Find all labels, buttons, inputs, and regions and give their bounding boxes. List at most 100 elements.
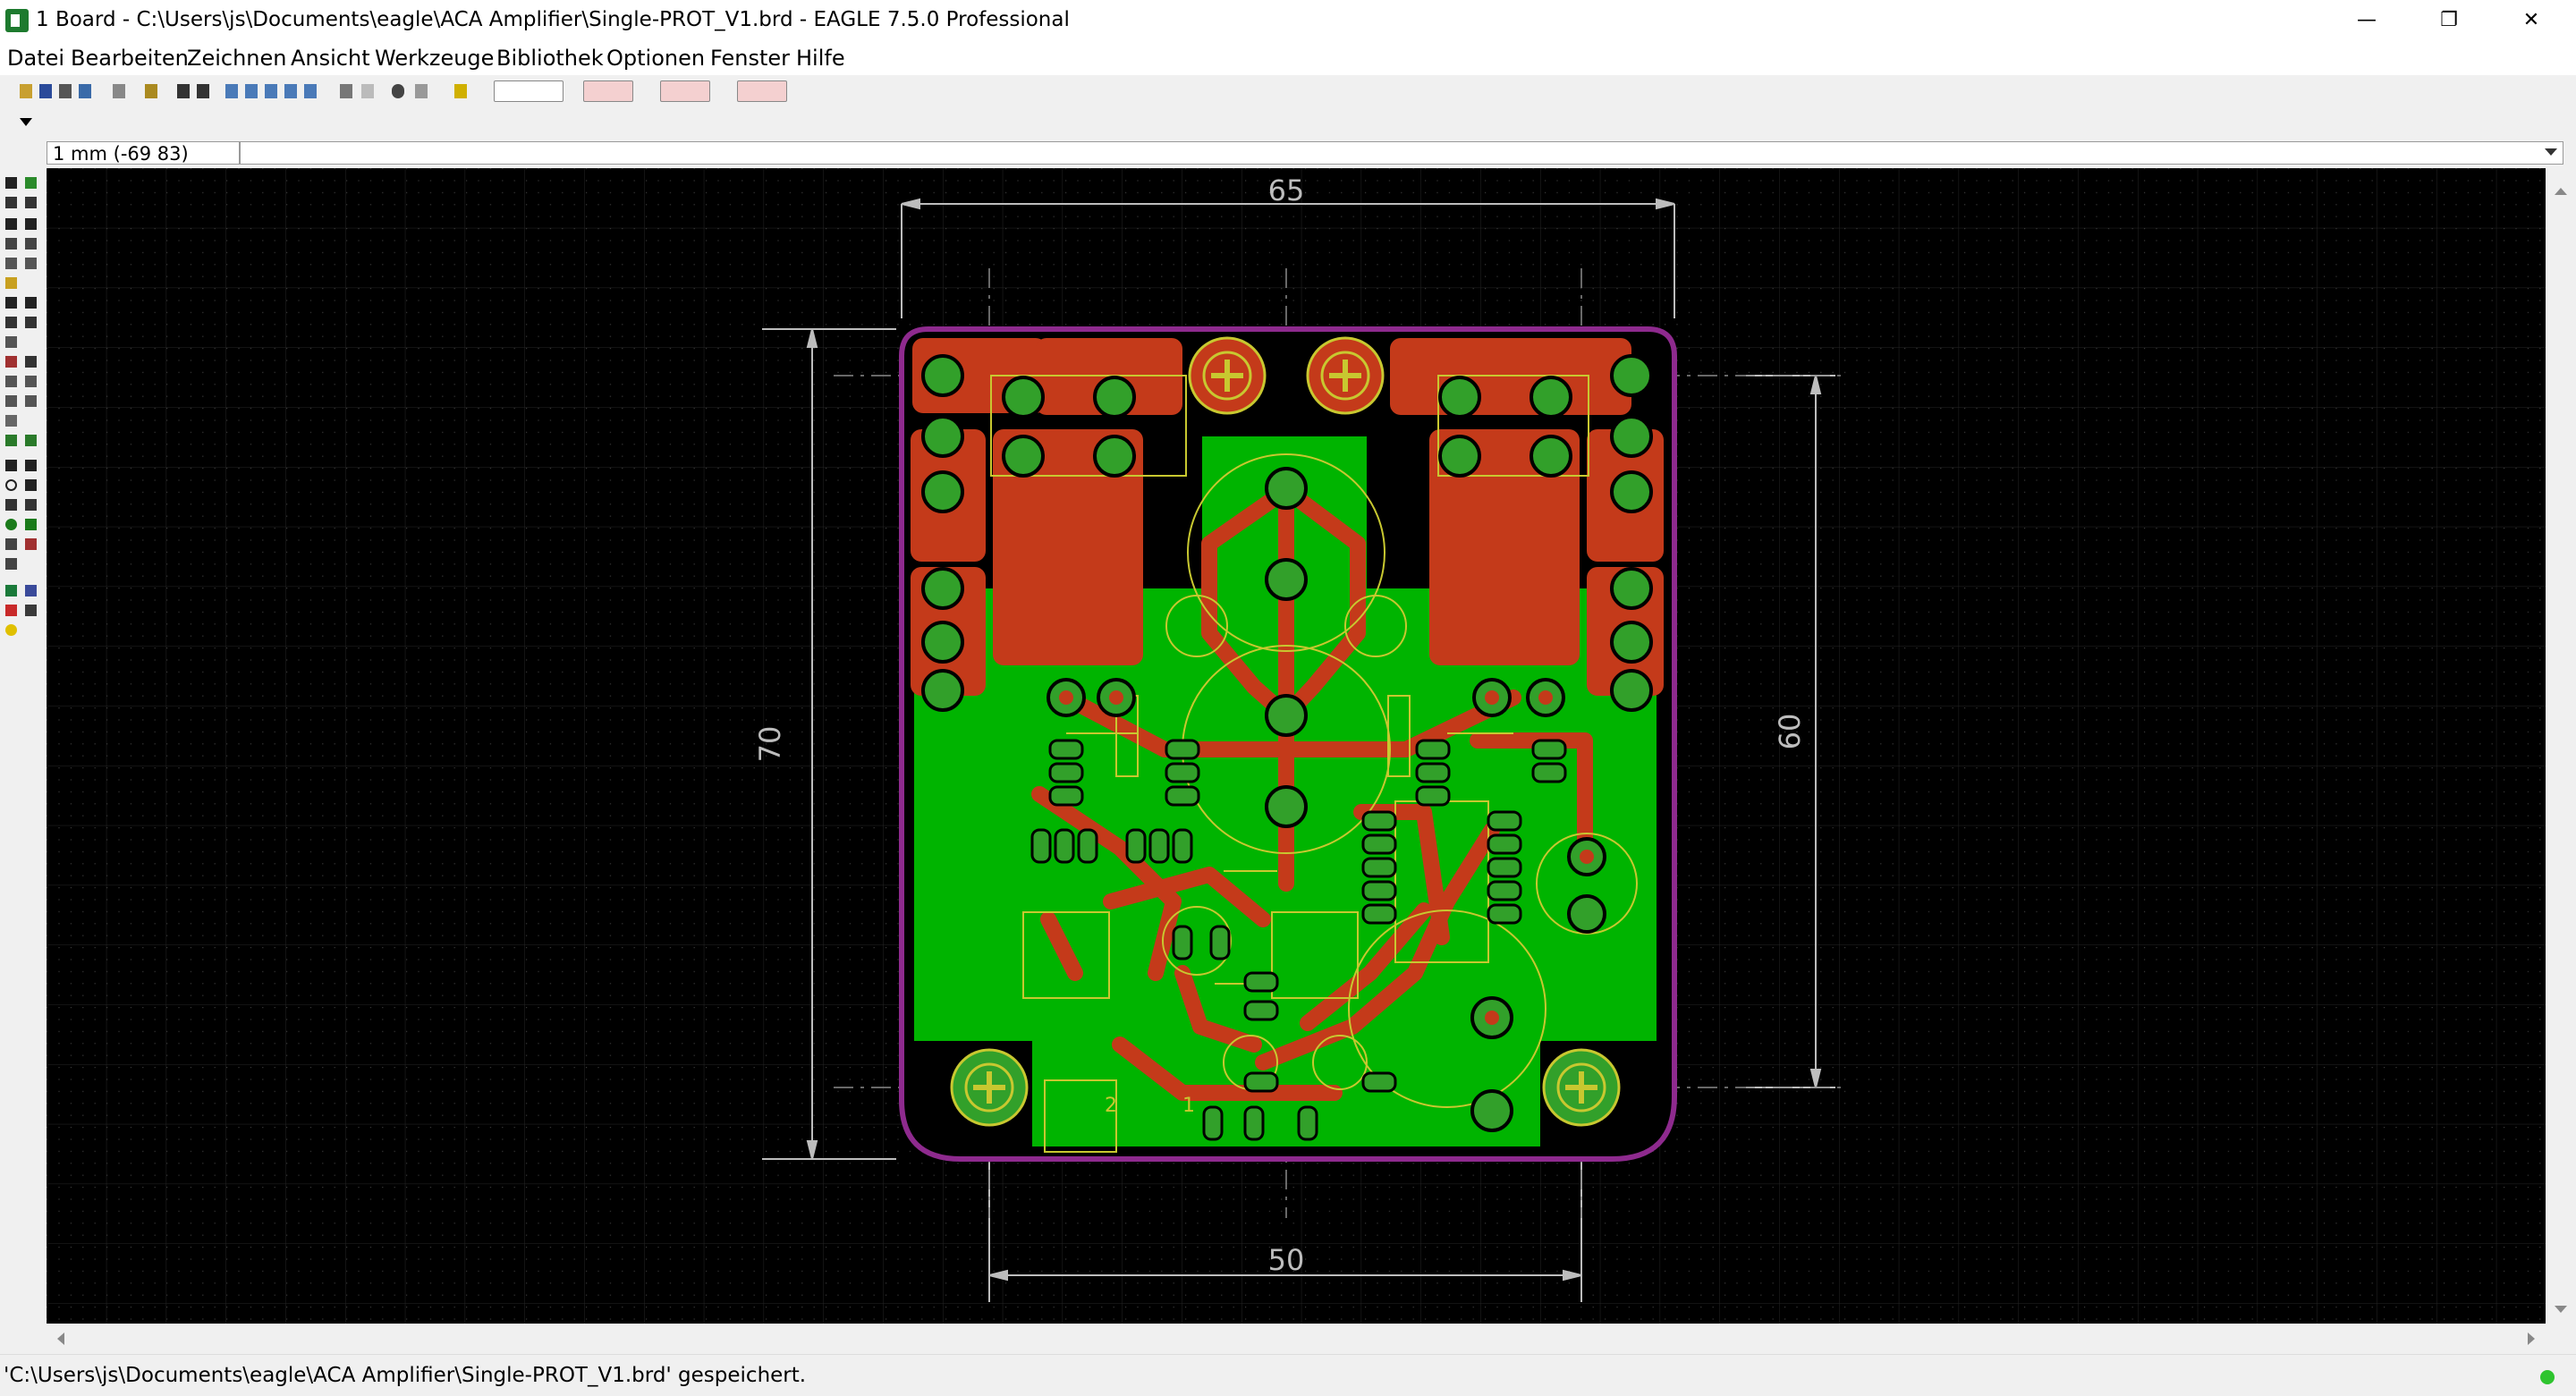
name-icon[interactable] — [25, 317, 37, 328]
run-icon[interactable] — [177, 84, 190, 98]
status-message: 'C:\Users\js\Documents\eagle\ACA Amplifi… — [4, 1364, 807, 1387]
optimize-icon[interactable] — [5, 395, 17, 407]
print-icon[interactable] — [59, 84, 72, 98]
miter-icon[interactable] — [25, 376, 37, 387]
board-drawing[interactable]: 65 70 60 50 2 1 — [47, 168, 2546, 1324]
save-icon[interactable] — [39, 84, 52, 98]
dim-top-label: 65 — [1268, 173, 1305, 207]
zoom-fit-icon[interactable] — [225, 84, 238, 98]
display-icon[interactable] — [5, 197, 17, 208]
paste-icon[interactable] — [5, 277, 17, 289]
errors-icon[interactable] — [5, 624, 17, 636]
dim-bottom-label: 50 — [1268, 1243, 1305, 1277]
group-icon[interactable] — [5, 258, 17, 269]
drc-icon[interactable] — [197, 84, 209, 98]
tool-palette — [0, 168, 47, 1324]
smash-icon[interactable] — [5, 356, 17, 368]
chevron-down-icon[interactable] — [2545, 148, 2557, 156]
signal-icon[interactable] — [25, 519, 37, 530]
zoom-select-icon[interactable] — [304, 84, 317, 98]
move-icon[interactable] — [5, 218, 17, 230]
script-icon[interactable] — [145, 84, 157, 98]
silk-label-1: 1 — [1182, 1095, 1195, 1117]
copy-icon[interactable] — [25, 218, 37, 230]
menu-bar: Datei Bearbeiten Zeichnen Ansicht Werkze… — [0, 41, 2576, 75]
pcb-service-button[interactable] — [494, 80, 564, 102]
vertical-scrollbar[interactable] — [2546, 168, 2576, 1324]
stop-icon[interactable] — [392, 84, 404, 98]
close-button[interactable]: ✕ — [2490, 0, 2572, 41]
zoom-redraw-icon[interactable] — [284, 84, 297, 98]
title-bar: 1 Board - C:\Users\js\Documents\eagle\AC… — [0, 0, 2576, 41]
window-title: 1 Board - C:\Users\js\Documents\eagle\AC… — [36, 8, 1070, 31]
via-icon[interactable] — [5, 519, 17, 530]
menu-werkzeuge[interactable]: Werkzeuge — [375, 46, 494, 71]
scroll-up-icon[interactable] — [2555, 188, 2567, 195]
menu-datei[interactable]: Datei — [7, 46, 64, 71]
ripup-icon[interactable] — [5, 435, 17, 446]
command-row: 1 mm (-69 83) — [0, 140, 2576, 168]
scroll-left-icon[interactable] — [57, 1333, 64, 1345]
hole-icon[interactable] — [5, 538, 17, 550]
mark-icon[interactable] — [25, 197, 37, 208]
autorouter2-icon[interactable] — [25, 585, 37, 596]
rotate-icon[interactable] — [25, 238, 37, 250]
dim-left-label: 70 — [753, 726, 787, 763]
lock-icon[interactable] — [5, 336, 17, 348]
route-icon[interactable] — [25, 395, 37, 407]
scroll-right-icon[interactable] — [2528, 1333, 2535, 1345]
mirror-icon[interactable] — [5, 238, 17, 250]
eagle-app-icon — [5, 9, 29, 32]
replace-icon[interactable] — [5, 317, 17, 328]
menu-bibliothek[interactable]: Bibliothek — [496, 46, 604, 71]
add-icon[interactable] — [25, 297, 37, 309]
command-input[interactable] — [240, 141, 2563, 165]
change-icon[interactable] — [25, 258, 37, 269]
delete-icon[interactable] — [5, 297, 17, 309]
dropdown-arrow-icon[interactable] — [20, 118, 32, 126]
minimize-button[interactable]: — — [2326, 0, 2408, 41]
help-icon[interactable] — [454, 84, 467, 98]
menu-ansicht[interactable]: Ansicht — [291, 46, 370, 71]
drc2-icon[interactable] — [25, 605, 37, 616]
parameter-toolbar — [0, 109, 2576, 140]
menu-hilfe[interactable]: Hilfe — [796, 46, 845, 71]
attribute-icon[interactable] — [25, 538, 37, 550]
dim-right-label: 60 — [1773, 714, 1807, 750]
zoom-out-icon[interactable] — [265, 84, 277, 98]
circle-icon[interactable] — [5, 479, 17, 491]
autorouter-icon[interactable] — [25, 435, 37, 446]
show-icon[interactable] — [25, 177, 37, 189]
polygon-icon[interactable] — [25, 499, 37, 511]
ratsnest-icon[interactable] — [5, 585, 17, 596]
value-icon[interactable] — [25, 356, 37, 368]
sch-icon[interactable] — [113, 84, 125, 98]
info-icon[interactable] — [5, 177, 17, 189]
erc-icon[interactable] — [5, 605, 17, 616]
dimension-icon[interactable] — [5, 558, 17, 570]
undo-icon[interactable] — [340, 84, 352, 98]
menu-optionen[interactable]: Optionen — [606, 46, 705, 71]
open-icon[interactable] — [20, 84, 32, 98]
scroll-down-icon[interactable] — [2555, 1306, 2567, 1313]
design-link-button[interactable] — [583, 80, 633, 102]
wire-icon[interactable] — [5, 460, 17, 471]
rect-icon[interactable] — [5, 499, 17, 511]
idf-button[interactable] — [737, 80, 787, 102]
pcb-quote-button[interactable] — [660, 80, 710, 102]
horizontal-scrollbar[interactable] — [47, 1324, 2546, 1354]
slice-icon[interactable] — [5, 415, 17, 427]
menu-bearbeiten[interactable]: Bearbeiten — [71, 46, 189, 71]
text-icon[interactable] — [25, 460, 37, 471]
menu-fenster[interactable]: Fenster — [710, 46, 790, 71]
zoom-in-icon[interactable] — [245, 84, 258, 98]
split-icon[interactable] — [5, 376, 17, 387]
cam-icon[interactable] — [79, 84, 91, 98]
redo-icon[interactable] — [361, 84, 374, 98]
arc-icon[interactable] — [25, 479, 37, 491]
go-icon[interactable] — [415, 84, 428, 98]
menu-zeichnen[interactable]: Zeichnen — [187, 46, 286, 71]
status-indicator-icon — [2540, 1370, 2555, 1384]
board-canvas[interactable]: 65 70 60 50 2 1 — [47, 168, 2546, 1324]
restore-button[interactable]: ❐ — [2408, 0, 2490, 41]
